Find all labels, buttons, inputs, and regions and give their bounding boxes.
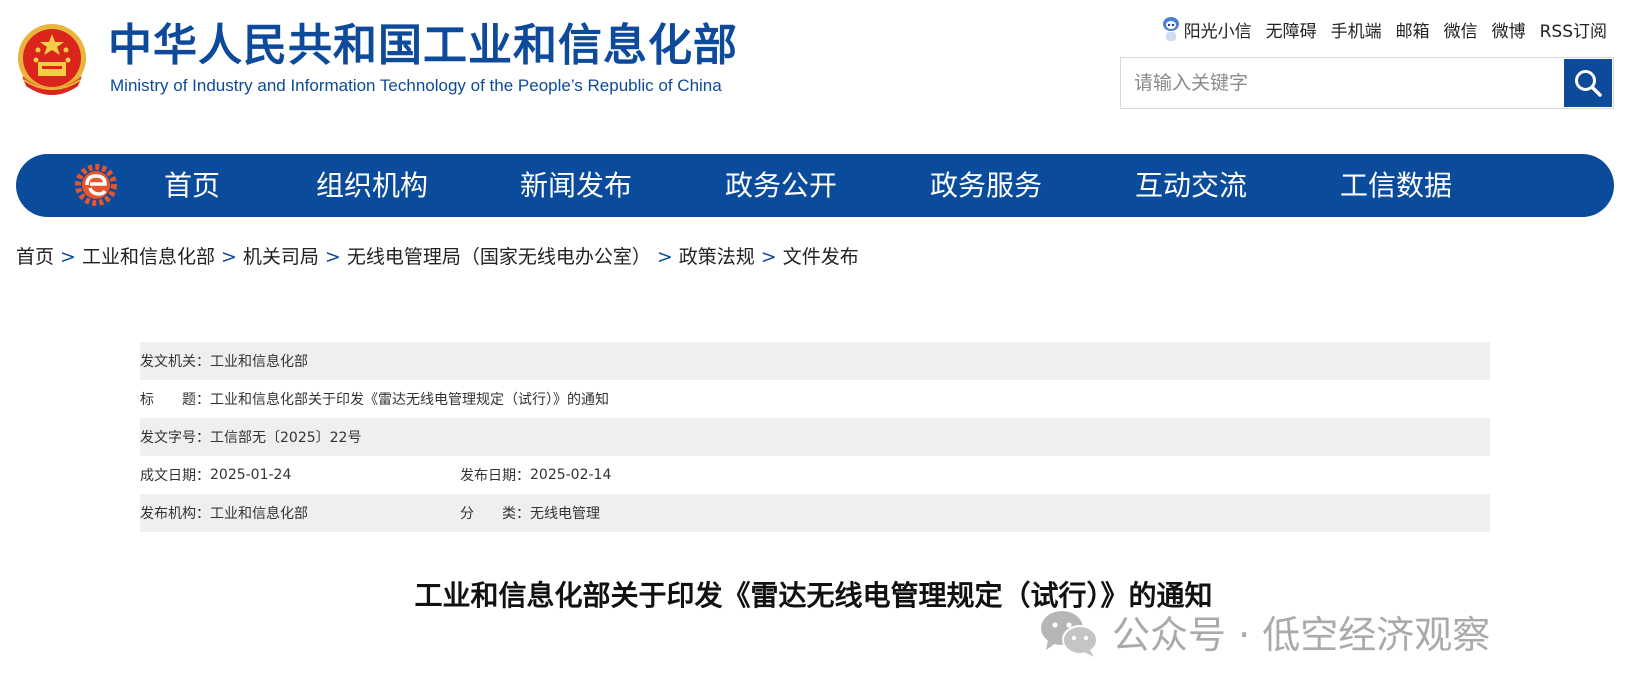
breadcrumb-documents[interactable]: 文件发布 (783, 246, 859, 268)
breadcrumb-departments[interactable]: 机关司局 (243, 246, 319, 268)
breadcrumb-separator: > (656, 246, 673, 268)
title-label: 标 题： (140, 392, 210, 408)
document-info-table: 发文机关： 工业和信息化部 标 题： 工业和信息化部关于印发《雷达无线电管理规定… (140, 342, 1490, 532)
publisher-label: 发布机构： (140, 506, 210, 522)
publisher-value: 工业和信息化部 (210, 506, 308, 522)
nav-news[interactable]: 新闻发布 (520, 154, 632, 217)
search-box (1120, 57, 1614, 109)
info-row-title: 标 题： 工业和信息化部关于印发《雷达无线电管理规定（试行）》的通知 (140, 380, 1490, 418)
category-value: 无线电管理 (530, 506, 600, 522)
site-subtitle: Ministry of Industry and Information Tec… (110, 76, 722, 95)
written-date-label: 成文日期： (140, 468, 210, 484)
top-links: 阳光小信 无障碍 手机端 邮箱 微信 微博 RSS订阅 (1162, 15, 1607, 43)
breadcrumb-separator: > (60, 246, 76, 268)
top-link-wechat[interactable]: 微信 (1444, 17, 1478, 42)
breadcrumb-policies[interactable]: 政策法规 (679, 246, 755, 268)
wechat-icon (1041, 610, 1098, 657)
nav-interaction[interactable]: 互动交流 (1135, 154, 1247, 217)
search-input[interactable] (1121, 58, 1565, 108)
info-row-doc-number: 发文字号： 工信部无〔2025〕22号 (140, 418, 1490, 456)
published-date-label: 发布日期： (460, 468, 530, 484)
breadcrumb-separator: > (220, 246, 237, 268)
category-label: 分 类： (460, 506, 530, 522)
breadcrumb-miit[interactable]: 工业和信息化部 (82, 246, 215, 268)
site-title[interactable]: 中华人民共和国工业和信息化部 (108, 18, 738, 74)
doc-number-value: 工信部无〔2025〕22号 (210, 430, 362, 446)
issuer-value: 工业和信息化部 (210, 354, 308, 370)
top-link-accessibility[interactable]: 无障碍 (1266, 17, 1317, 42)
robot-assistant-icon[interactable] (1162, 15, 1180, 43)
wechat-watermark: 公众号 · 低空经济观察 (1038, 604, 1490, 659)
info-row-publisher: 发布机构： 工业和信息化部 分 类： 无线电管理 (140, 494, 1490, 532)
top-link-mailbox[interactable]: 邮箱 (1396, 17, 1430, 42)
national-emblem-logo[interactable] (14, 20, 90, 100)
watermark-text: 公众号 · 低空经济观察 (1112, 613, 1491, 657)
top-link-mobile[interactable]: 手机端 (1331, 17, 1382, 42)
search-icon (1575, 70, 1602, 97)
gear-e-logo-icon (74, 163, 118, 207)
written-date-value: 2025-01-24 (210, 467, 292, 483)
breadcrumb: 首页 > 工业和信息化部 > 机关司局 > 无线电管理局（国家无线电办公室） > 政策法规 > 文件… (16, 242, 859, 269)
title-value: 工业和信息化部关于印发《雷达无线电管理规定（试行）》的通知 (210, 392, 609, 408)
breadcrumb-radio-bureau[interactable]: 无线电管理局（国家无线电办公室） (347, 246, 651, 268)
nav-government-services[interactable]: 政务服务 (930, 154, 1042, 217)
info-row-issuer: 发文机关： 工业和信息化部 (140, 342, 1490, 380)
breadcrumb-separator: > (760, 246, 777, 268)
doc-number-label: 发文字号： (140, 430, 210, 446)
top-link-sunshine-xiaoxin[interactable]: 阳光小信 (1184, 17, 1252, 42)
nav-government-affairs[interactable]: 政务公开 (725, 154, 837, 217)
top-link-weibo[interactable]: 微博 (1492, 17, 1526, 42)
nav-data[interactable]: 工信数据 (1340, 154, 1452, 217)
top-link-rss[interactable]: RSS订阅 (1540, 17, 1607, 42)
search-button[interactable] (1564, 59, 1612, 107)
issuer-label: 发文机关： (140, 354, 210, 370)
nav-home[interactable]: 首页 (164, 154, 220, 217)
breadcrumb-separator: > (324, 246, 341, 268)
info-row-dates: 成文日期： 2025-01-24 发布日期： 2025-02-14 (140, 456, 1490, 494)
main-navigation: 首页 组织机构 新闻发布 政务公开 政务服务 互动交流 工信数据 (16, 154, 1614, 217)
breadcrumb-home[interactable]: 首页 (16, 246, 54, 268)
published-date-value: 2025-02-14 (530, 467, 612, 483)
nav-organization[interactable]: 组织机构 (316, 154, 428, 217)
